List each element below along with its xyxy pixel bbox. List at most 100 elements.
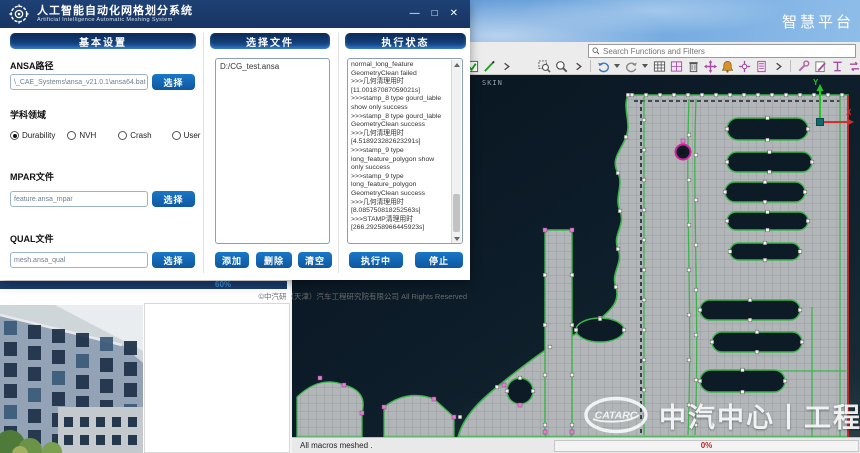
- app-logo-icon: [8, 3, 30, 25]
- catarc-watermark: CATARC 中汽中心丨工程院: [583, 395, 860, 435]
- radio-durability-label: Durability: [22, 131, 55, 140]
- scroll-down-icon[interactable]: [454, 237, 460, 241]
- catarc-logo-text: CATARC: [595, 410, 638, 422]
- radio-nvh-label: NVH: [79, 131, 96, 140]
- file-listbox[interactable]: D:/CG_test.ansa: [215, 58, 330, 244]
- qual-choose-button[interactable]: 选择: [152, 252, 195, 268]
- clamp-icon[interactable]: [830, 59, 844, 73]
- clear-files-button[interactable]: 清空: [298, 252, 332, 268]
- search-icon: [592, 47, 600, 55]
- search-input[interactable]: [603, 47, 852, 56]
- log-line: long_feature_polygon show: [351, 156, 450, 165]
- radio-durability[interactable]: [10, 131, 19, 140]
- close-button[interactable]: ✕: [450, 9, 458, 19]
- transform-icon[interactable]: [737, 59, 751, 73]
- radio-user[interactable]: [172, 131, 181, 140]
- image-grid-icon[interactable]: [669, 59, 683, 73]
- log-line: [8.085750818252563s]: [351, 207, 450, 216]
- bell-icon[interactable]: [720, 59, 734, 73]
- dropdown-caret[interactable]: [614, 64, 620, 68]
- running-button[interactable]: 执行中: [349, 252, 403, 268]
- radio-crash[interactable]: [118, 131, 127, 140]
- chevron-more-icon[interactable]: [771, 59, 785, 73]
- log-line: >>>stamp_9 type: [351, 173, 450, 182]
- maximize-button[interactable]: □: [432, 9, 438, 19]
- log-line: GeometryClean success: [351, 121, 450, 130]
- building-photo: [0, 305, 143, 453]
- log-line: GeometryClean failed: [351, 70, 450, 79]
- chevron-more-icon[interactable]: [571, 59, 585, 73]
- undo-icon[interactable]: [596, 59, 610, 73]
- platform-title: 智慧平台: [782, 11, 854, 32]
- edit-note-icon[interactable]: [813, 59, 827, 73]
- ansa-path-choose-button[interactable]: 选择: [152, 74, 195, 90]
- list-panel-icon[interactable]: [754, 59, 768, 73]
- move-arrows-icon[interactable]: [703, 59, 717, 73]
- swap-arrows-icon[interactable]: [847, 59, 860, 73]
- ansa-path-input[interactable]: \_CAE_Systems\ansa_v21.0.1\ansa64.bat: [10, 74, 148, 90]
- radio-nvh[interactable]: [67, 131, 76, 140]
- zoom-icon[interactable]: [554, 59, 568, 73]
- log-line: >>>几何清理用时: [351, 199, 450, 208]
- log-line: >>>STAMP清理用时: [351, 216, 450, 225]
- log-line: GeometryClean success: [351, 190, 450, 199]
- log-line: [4.518923282623291s]: [351, 138, 450, 147]
- exec-status-header: 执行状态: [345, 33, 466, 49]
- sketch-pencil-icon[interactable]: [482, 59, 496, 73]
- file-select-header: 选择文件: [210, 33, 330, 49]
- dialog-titlebar[interactable]: 人工智能自动化网格划分系统 Artificial Intelligence Au…: [0, 0, 470, 28]
- basic-settings-header: 基本设置: [10, 33, 196, 49]
- part-name-tag: SKIN: [482, 79, 503, 87]
- add-file-button[interactable]: 添加: [215, 252, 249, 268]
- wrench-icon[interactable]: [796, 59, 810, 73]
- panel-divider: [203, 33, 204, 273]
- mpar-input[interactable]: feature.ansa_mpar: [10, 191, 148, 207]
- catarc-logo-icon: CATARC: [583, 395, 649, 435]
- dialog-title: 人工智能自动化网格划分系统: [37, 5, 193, 17]
- scroll-thumb[interactable]: [453, 194, 460, 232]
- log-line: >>>几何清理用时: [351, 130, 450, 139]
- axis-x-label: X: [846, 108, 851, 117]
- dropdown-caret[interactable]: [642, 64, 648, 68]
- log-line: >>>stamp_8 type gourd_lable: [351, 113, 450, 122]
- app-progress-value: 0%: [701, 441, 713, 450]
- zoom-area-icon[interactable]: [537, 59, 551, 73]
- qual-input[interactable]: mesh.ansa_qual: [10, 252, 148, 268]
- delete-trash-icon[interactable]: [686, 59, 700, 73]
- stop-button[interactable]: 停止: [415, 252, 463, 268]
- chevron-more-icon[interactable]: [499, 59, 513, 73]
- scroll-up-icon[interactable]: [454, 63, 460, 67]
- toolbar-separator: [590, 60, 591, 72]
- mpar-choose-button[interactable]: 选择: [152, 191, 195, 207]
- axis-y-label: Y: [813, 78, 818, 87]
- delete-file-button[interactable]: 删除: [256, 252, 292, 268]
- exec-log-lines: normal_long_featureGeometryClean failed >…: [351, 61, 450, 233]
- watermark-text: 中汽中心丨工程院: [659, 396, 860, 435]
- log-line: normal_long_feature: [351, 61, 450, 70]
- status-message: All macros meshed .: [292, 441, 554, 450]
- page-progressbar: 60%: [0, 281, 287, 289]
- mesh-grid-icon[interactable]: [652, 59, 666, 73]
- minimize-button[interactable]: —: [410, 9, 420, 19]
- log-line: [266.29258966445923s]: [351, 224, 450, 233]
- page-progress-value: 60%: [215, 281, 231, 289]
- log-line: long_feature_polygon: [351, 181, 450, 190]
- mpar-label: MPAR文件: [10, 170, 54, 183]
- function-search[interactable]: [588, 44, 856, 58]
- dialog-subtitle: Artificial Intelligence Automatic Meshin…: [37, 17, 193, 23]
- toolbar-icons: [448, 59, 860, 73]
- screen: 智慧平台: [0, 0, 860, 453]
- file-list-item[interactable]: D:/CG_test.ansa: [220, 62, 325, 71]
- app-statusbar: All macros meshed . 0%: [292, 437, 860, 453]
- log-line: >>>stamp_9 type: [351, 147, 450, 156]
- log-line: >>>stamp_8 type gourd_lable: [351, 95, 450, 104]
- radio-user-label: User: [184, 131, 201, 140]
- ansa-path-label: ANSA路径: [10, 59, 54, 72]
- redo-icon[interactable]: [624, 59, 638, 73]
- log-line: only success: [351, 164, 450, 173]
- discipline-radios: Durability NVH Crash User: [10, 131, 200, 140]
- exec-log[interactable]: normal_long_featureGeometryClean failed >…: [347, 58, 463, 244]
- app-progressbar: 0%: [554, 440, 859, 452]
- log-line: show only success: [351, 104, 450, 113]
- log-scrollbar[interactable]: [451, 60, 461, 244]
